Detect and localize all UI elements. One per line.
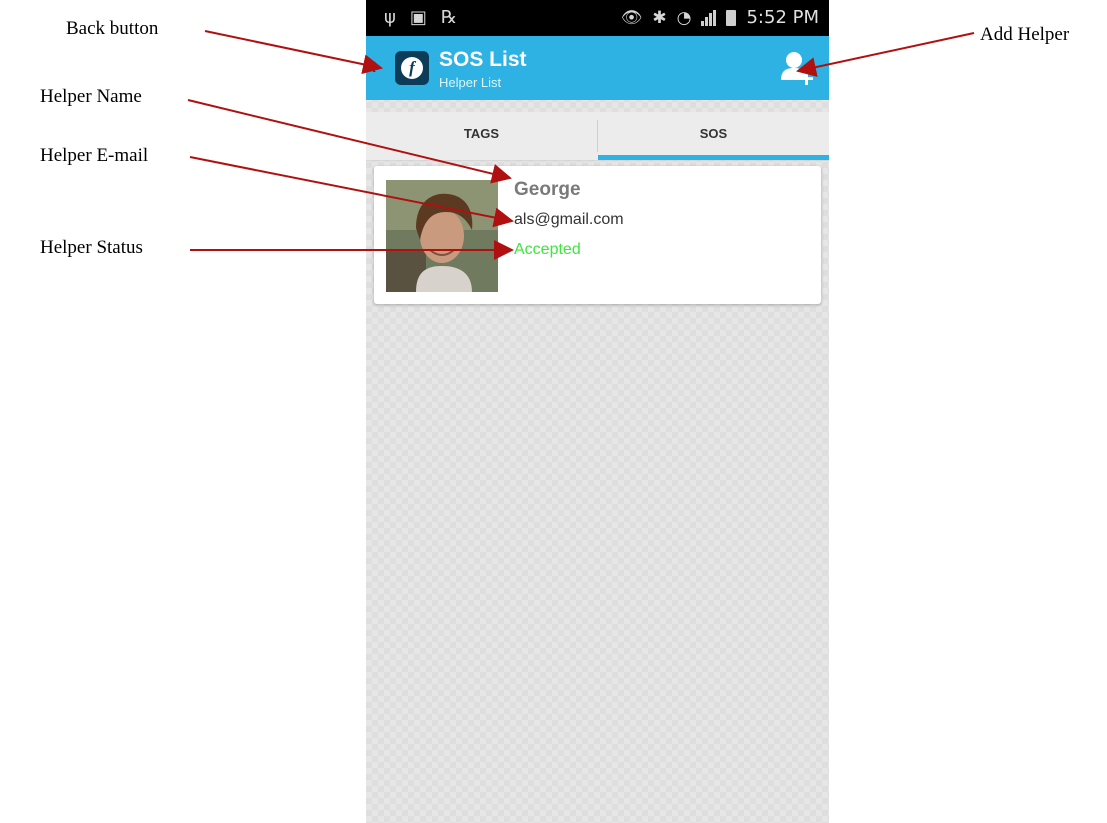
usb-icon: ψ bbox=[384, 7, 396, 28]
tab-bar: TAGS SOS bbox=[366, 112, 829, 161]
tab-selected-indicator bbox=[598, 155, 829, 160]
phone-screen: ψ ▣ ℞ 👁 ✱ ◔ 5:52 PM ‹ f SOS List Helper … bbox=[366, 0, 829, 823]
tab-tags[interactable]: TAGS bbox=[366, 112, 597, 160]
signal-icon bbox=[701, 9, 717, 26]
bluetooth-icon: ✱ bbox=[652, 7, 667, 28]
page-subtitle: Helper List bbox=[439, 75, 502, 90]
avatar bbox=[386, 180, 498, 292]
tab-sos[interactable]: SOS bbox=[598, 112, 829, 160]
helper-card[interactable]: George als@gmail.com Accepted bbox=[374, 166, 821, 304]
battery-icon bbox=[726, 9, 737, 26]
chevron-left-icon[interactable]: ‹ bbox=[368, 50, 377, 80]
callout-add-helper: Add Helper bbox=[980, 24, 1070, 45]
add-user-icon[interactable] bbox=[779, 50, 815, 86]
helper-name: George bbox=[514, 179, 581, 200]
callout-helper-status: Helper Status bbox=[40, 237, 143, 258]
helper-email: als@gmail.com bbox=[514, 211, 624, 228]
eye-icon: 👁 bbox=[620, 7, 643, 28]
helper-status: Accepted bbox=[514, 241, 581, 258]
status-time: 5:52 PM bbox=[746, 7, 819, 28]
logo-letter: f bbox=[401, 57, 423, 79]
app-logo[interactable]: f bbox=[395, 51, 429, 85]
wifi-icon: ◔ bbox=[676, 7, 692, 28]
action-bar: ‹ f SOS List Helper List bbox=[366, 36, 829, 100]
arrow-back-button bbox=[204, 30, 383, 75]
status-bar: ψ ▣ ℞ 👁 ✱ ◔ 5:52 PM bbox=[366, 0, 829, 36]
prescription-icon: ℞ bbox=[440, 7, 458, 28]
callout-helper-email: Helper E-mail bbox=[40, 145, 149, 166]
image-icon: ▣ bbox=[409, 7, 427, 28]
page-title: SOS List bbox=[439, 48, 527, 71]
callout-back-button: Back button bbox=[66, 18, 159, 39]
callout-helper-name: Helper Name bbox=[40, 86, 142, 107]
